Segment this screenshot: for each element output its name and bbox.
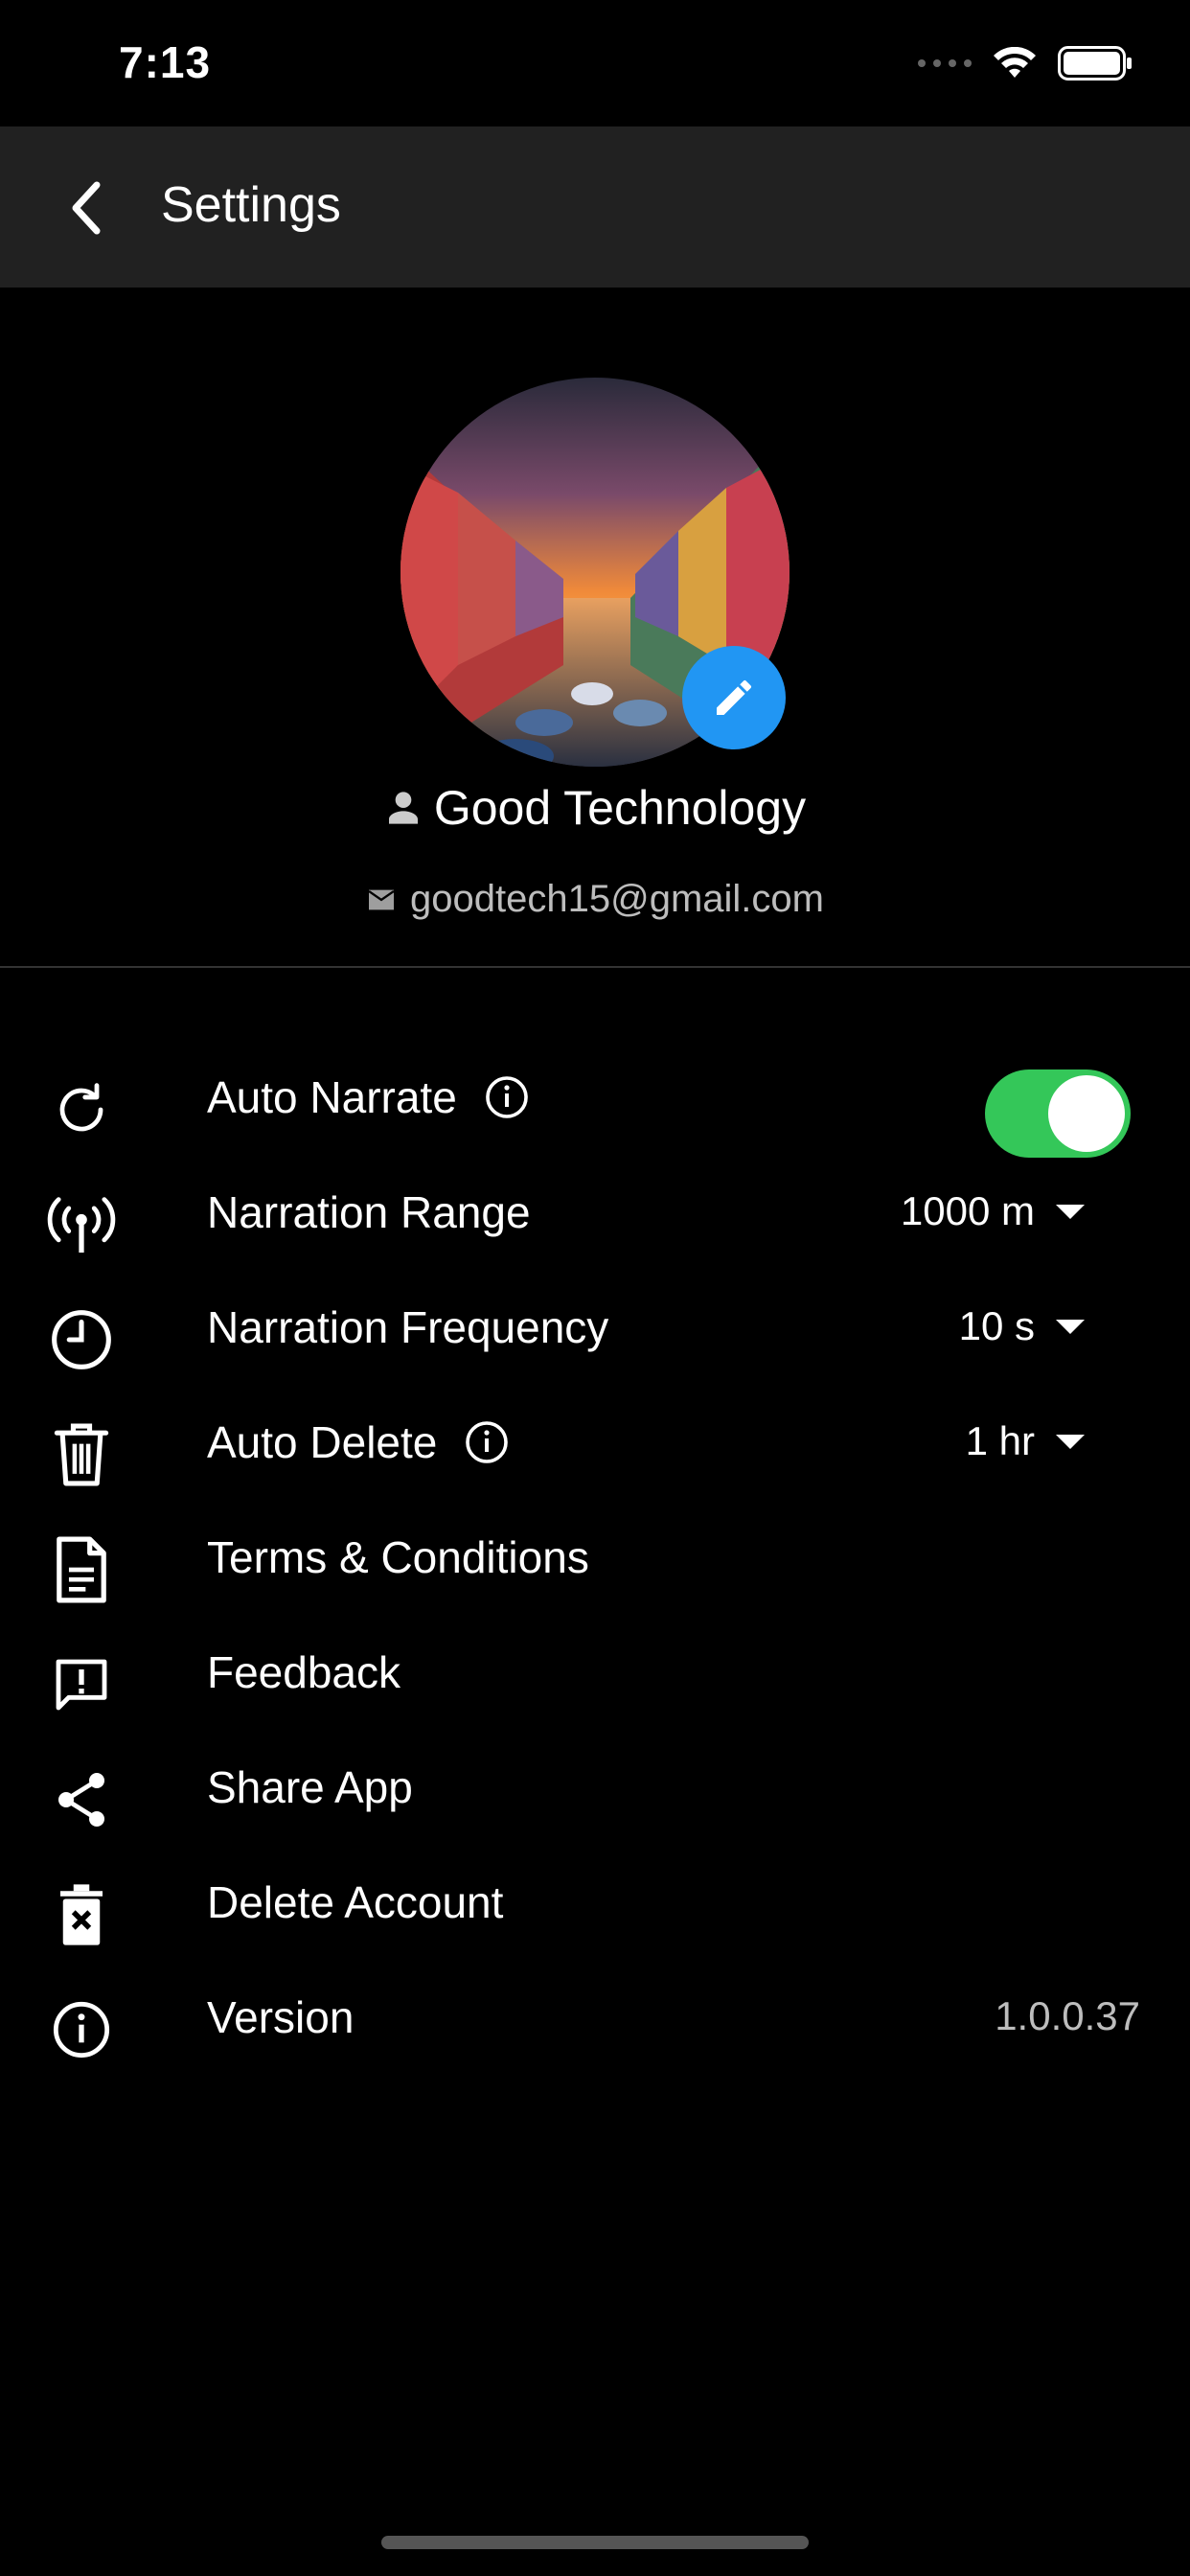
caret-down-icon [1056, 1434, 1085, 1449]
home-indicator [381, 2536, 809, 2549]
auto-narrate-label-group: Auto Narrate [207, 1071, 530, 1123]
page-title: Settings [161, 177, 341, 233]
setting-feedback[interactable]: Feedback [0, 1618, 1190, 1723]
terms-label: Terms & Conditions [207, 1532, 589, 1582]
battery-icon [1058, 46, 1132, 80]
auto-delete-label: Auto Delete [207, 1417, 438, 1467]
document-icon [38, 1527, 125, 1613]
auto-delete-value: 1 hr [965, 1418, 1035, 1463]
wifi-icon [994, 47, 1036, 78]
feedback-icon [38, 1642, 125, 1728]
status-time: 7:13 [119, 37, 212, 87]
narration-frequency-dropdown[interactable]: 10 s [959, 1303, 1085, 1349]
auto-narrate-label: Auto Narrate [207, 1072, 457, 1122]
profile-name: Good Technology [433, 781, 807, 835]
setting-narration-frequency: Narration Frequency 10 s [0, 1273, 1190, 1378]
narration-frequency-value: 10 s [958, 1303, 1035, 1348]
edit-avatar-button[interactable] [682, 646, 786, 749]
setting-share[interactable]: Share App [0, 1733, 1190, 1838]
setting-narration-range: Narration Range 1000 m [0, 1158, 1190, 1263]
caret-down-icon [1056, 1319, 1085, 1334]
pencil-icon [717, 679, 752, 715]
caret-down-icon [1056, 1204, 1085, 1219]
narration-frequency-label: Narration Frequency [207, 1302, 609, 1352]
setting-auto-narrate: Auto Narrate [0, 1043, 1190, 1158]
share-label: Share App [207, 1762, 413, 1812]
narration-range-value: 1000 m [900, 1188, 1035, 1233]
auto-delete-label-group: Auto Delete [207, 1416, 510, 1468]
profile-email-row: goodtech15@gmail.com [0, 878, 1190, 921]
delete-box-icon [38, 1872, 125, 1958]
profile-name-row: Good Technology [0, 780, 1190, 836]
chevron-left-icon [72, 181, 101, 235]
clock-icon [38, 1297, 125, 1383]
setting-delete-account[interactable]: Delete Account [0, 1848, 1190, 1953]
refresh-icon [38, 1067, 125, 1153]
info-icon [38, 1987, 125, 2073]
status-icons [918, 46, 1133, 80]
auto-delete-dropdown[interactable]: 1 hr [966, 1418, 1085, 1464]
narration-range-label: Narration Range [207, 1187, 531, 1237]
share-icon [38, 1757, 125, 1843]
feedback-label: Feedback [207, 1647, 401, 1697]
profile-avatar-container [400, 378, 790, 767]
toggle-knob [1048, 1075, 1125, 1152]
version-label: Version [207, 1992, 355, 2042]
auto-narrate-toggle[interactable] [985, 1070, 1131, 1158]
version-value: 1.0.0.37 [995, 1993, 1140, 2038]
antenna-icon [38, 1182, 125, 1268]
person-icon [388, 792, 418, 824]
status-bar: 7:13 [0, 0, 1190, 126]
profile-email: goodtech15@gmail.com [410, 878, 824, 920]
cellular-signal-icon [918, 59, 972, 67]
info-icon[interactable] [464, 1419, 510, 1465]
info-icon[interactable] [484, 1074, 530, 1120]
back-button[interactable] [42, 165, 128, 251]
setting-version: Version 1.0.0.37 [0, 1963, 1190, 2068]
app-bar: Settings [0, 126, 1190, 288]
mail-icon [368, 889, 395, 909]
divider [0, 966, 1190, 968]
setting-auto-delete: Auto Delete 1 hr [0, 1388, 1190, 1493]
setting-terms[interactable]: Terms & Conditions [0, 1503, 1190, 1608]
delete-account-label: Delete Account [207, 1877, 504, 1927]
trash-icon [38, 1412, 125, 1498]
narration-range-dropdown[interactable]: 1000 m [901, 1188, 1085, 1234]
